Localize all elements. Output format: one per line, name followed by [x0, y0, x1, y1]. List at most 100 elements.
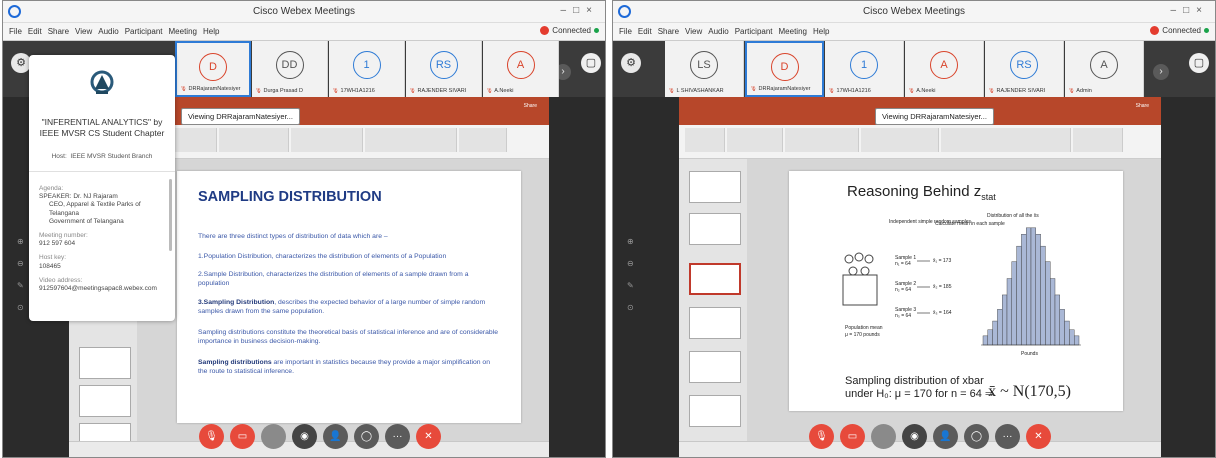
window-controls[interactable]: –□×	[561, 5, 599, 16]
menu-view[interactable]: View	[75, 27, 92, 36]
participant-avatar: DD	[275, 51, 304, 79]
menu-help[interactable]: Help	[813, 27, 829, 36]
slide-thumbnail[interactable]	[79, 385, 131, 417]
menu-view[interactable]: View	[685, 27, 702, 36]
menu-meeting[interactable]: Meeting	[779, 27, 807, 36]
fit-icon[interactable]: ⊙	[627, 303, 637, 313]
participant-avatar: 1	[850, 51, 878, 79]
menu-meeting[interactable]: Meeting	[169, 27, 197, 36]
participant-tile[interactable]: 1 🎙 17WH1A1216	[329, 41, 405, 97]
host-key[interactable]: 108465	[39, 263, 165, 271]
record-button[interactable]: ◉	[902, 424, 927, 449]
participant-name: 🎙 A.Neeki	[908, 88, 936, 94]
mic-muted-icon: 🎙	[409, 88, 418, 94]
participant-name: 🎙 17WH1A1216	[332, 88, 375, 94]
histogram	[981, 227, 1081, 346]
participant-avatar: A	[506, 51, 535, 79]
participant-tile[interactable]: RS 🎙 RAJENDER SIVARI	[406, 41, 482, 97]
annotate-icon[interactable]: ✎	[17, 281, 27, 291]
viewing-banner: Viewing DRRajaramNatesiyer...	[875, 108, 994, 125]
meeting-number[interactable]: 912 597 604	[39, 240, 165, 248]
menu-file[interactable]: File	[9, 27, 22, 36]
participant-tile[interactable]: A 🎙 Admin	[1065, 41, 1144, 97]
menu-share[interactable]: Share	[658, 27, 679, 36]
connection-status[interactable]: Connected	[540, 26, 599, 35]
ppt-ribbon	[679, 125, 1161, 159]
share-button[interactable]	[871, 424, 896, 449]
menu-audio[interactable]: Audio	[98, 27, 118, 36]
mic-muted-icon: 🎙	[988, 88, 997, 94]
slide-thumbnail[interactable]	[689, 307, 741, 339]
participant-tile[interactable]: A 🎙 A.Neeki	[483, 41, 559, 97]
slide-thumbnail[interactable]	[689, 171, 741, 203]
share-window-icon[interactable]: ▢	[581, 53, 601, 73]
chat-button[interactable]: ◯	[964, 424, 989, 449]
menu-help[interactable]: Help	[203, 27, 219, 36]
participant-strip: ⚙ › ▢ LS 🎙 L SHIVASHANKAR D 🎙 DRRajaramNate…	[613, 41, 1215, 97]
slide-thumbnail[interactable]	[689, 213, 741, 245]
slide-thumbnail[interactable]	[79, 347, 131, 379]
panel-scrollbar[interactable]	[169, 179, 172, 251]
menu-file[interactable]: File	[619, 27, 632, 36]
title-bar: Cisco Webex Meetings –□×	[613, 1, 1215, 23]
menu-items: File Edit Share View Audio Participant Meeting…	[9, 27, 225, 36]
slide-thumbnail-selected[interactable]	[689, 263, 741, 295]
histogram-bar	[1064, 320, 1070, 346]
settings-icon[interactable]: ⚙	[621, 53, 641, 73]
next-arrow-icon[interactable]: ›	[1153, 64, 1169, 80]
share-button[interactable]	[261, 424, 286, 449]
participant-tile[interactable]: RS 🎙 RAJENDER SIVARI	[985, 41, 1064, 97]
zoom-in-icon[interactable]: ⊕	[17, 237, 27, 247]
menu-share[interactable]: Share	[48, 27, 69, 36]
chat-button[interactable]: ◯	[354, 424, 379, 449]
fit-icon[interactable]: ⊙	[17, 303, 27, 313]
menu-participant[interactable]: Participant	[125, 27, 163, 36]
video-address[interactable]: 912597604@meetingsapac8.webex.com	[39, 285, 165, 293]
connection-status[interactable]: Connected	[1150, 26, 1209, 35]
histogram-bar	[1040, 245, 1046, 346]
settings-icon[interactable]: ⚙	[11, 53, 31, 73]
meeting-controls: 🎙 ▭ ◉ 👤 ◯ ··· ✕	[199, 424, 441, 449]
slide-thumbnail[interactable]	[689, 351, 741, 383]
histogram-bar	[1049, 278, 1056, 346]
more-button[interactable]: ···	[385, 424, 410, 449]
window-controls[interactable]: –□×	[1171, 5, 1209, 16]
participants-button[interactable]: 👤	[323, 424, 348, 449]
histogram-bar	[1030, 227, 1037, 346]
menu-edit[interactable]: Edit	[638, 27, 652, 36]
slide-thumbnails[interactable]	[679, 159, 747, 441]
ppt-user-label: Share	[1135, 103, 1149, 109]
participant-avatar: RS	[1010, 51, 1038, 79]
participant-tile[interactable]: 1 🎙 17WH1A1216	[825, 41, 904, 97]
menu-participant[interactable]: Participant	[735, 27, 773, 36]
menu-bar: File Edit Share View Audio Participant Meeting…	[3, 23, 605, 41]
share-window-icon[interactable]: ▢	[1189, 53, 1209, 73]
histogram-bar	[1001, 294, 1008, 346]
more-button[interactable]: ···	[995, 424, 1020, 449]
menu-audio[interactable]: Audio	[708, 27, 728, 36]
participant-tile[interactable]: DD 🎙 Durga Prasad D	[252, 41, 328, 97]
participant-tile[interactable]: A 🎙 A.Neeki	[905, 41, 984, 97]
participants-button[interactable]: 👤	[933, 424, 958, 449]
population-icon	[842, 252, 878, 306]
calc-label: Calculate mean in each sample	[935, 221, 1005, 227]
sample-n: n₂ = 64	[895, 287, 911, 293]
participant-tile[interactable]: D 🎙 DRRajaramNatesiyer	[745, 41, 824, 97]
leave-button[interactable]: ✕	[1026, 424, 1051, 449]
mute-button[interactable]: 🎙	[809, 424, 834, 449]
samples: Sample 1n₁ = 64 x̄₁ = 173Sample 2n₂ = 64 x…	[895, 255, 952, 319]
zoom-in-icon[interactable]: ⊕	[627, 237, 637, 247]
participant-tile[interactable]: D 🎙 DRRajaramNatesiyer	[175, 41, 251, 97]
slide-thumbnail[interactable]	[689, 395, 741, 427]
record-button[interactable]: ◉	[292, 424, 317, 449]
participant-tile[interactable]: LS 🎙 L SHIVASHANKAR	[665, 41, 744, 97]
video-button[interactable]: ▭	[840, 424, 865, 449]
leave-button[interactable]: ✕	[416, 424, 441, 449]
menu-edit[interactable]: Edit	[28, 27, 42, 36]
mute-button[interactable]: 🎙	[199, 424, 224, 449]
menu-items: File Edit Share View Audio Participant Meeting…	[619, 27, 835, 36]
zoom-out-icon[interactable]: ⊖	[17, 259, 27, 269]
zoom-out-icon[interactable]: ⊖	[627, 259, 637, 269]
video-button[interactable]: ▭	[230, 424, 255, 449]
annotate-icon[interactable]: ✎	[627, 281, 637, 291]
